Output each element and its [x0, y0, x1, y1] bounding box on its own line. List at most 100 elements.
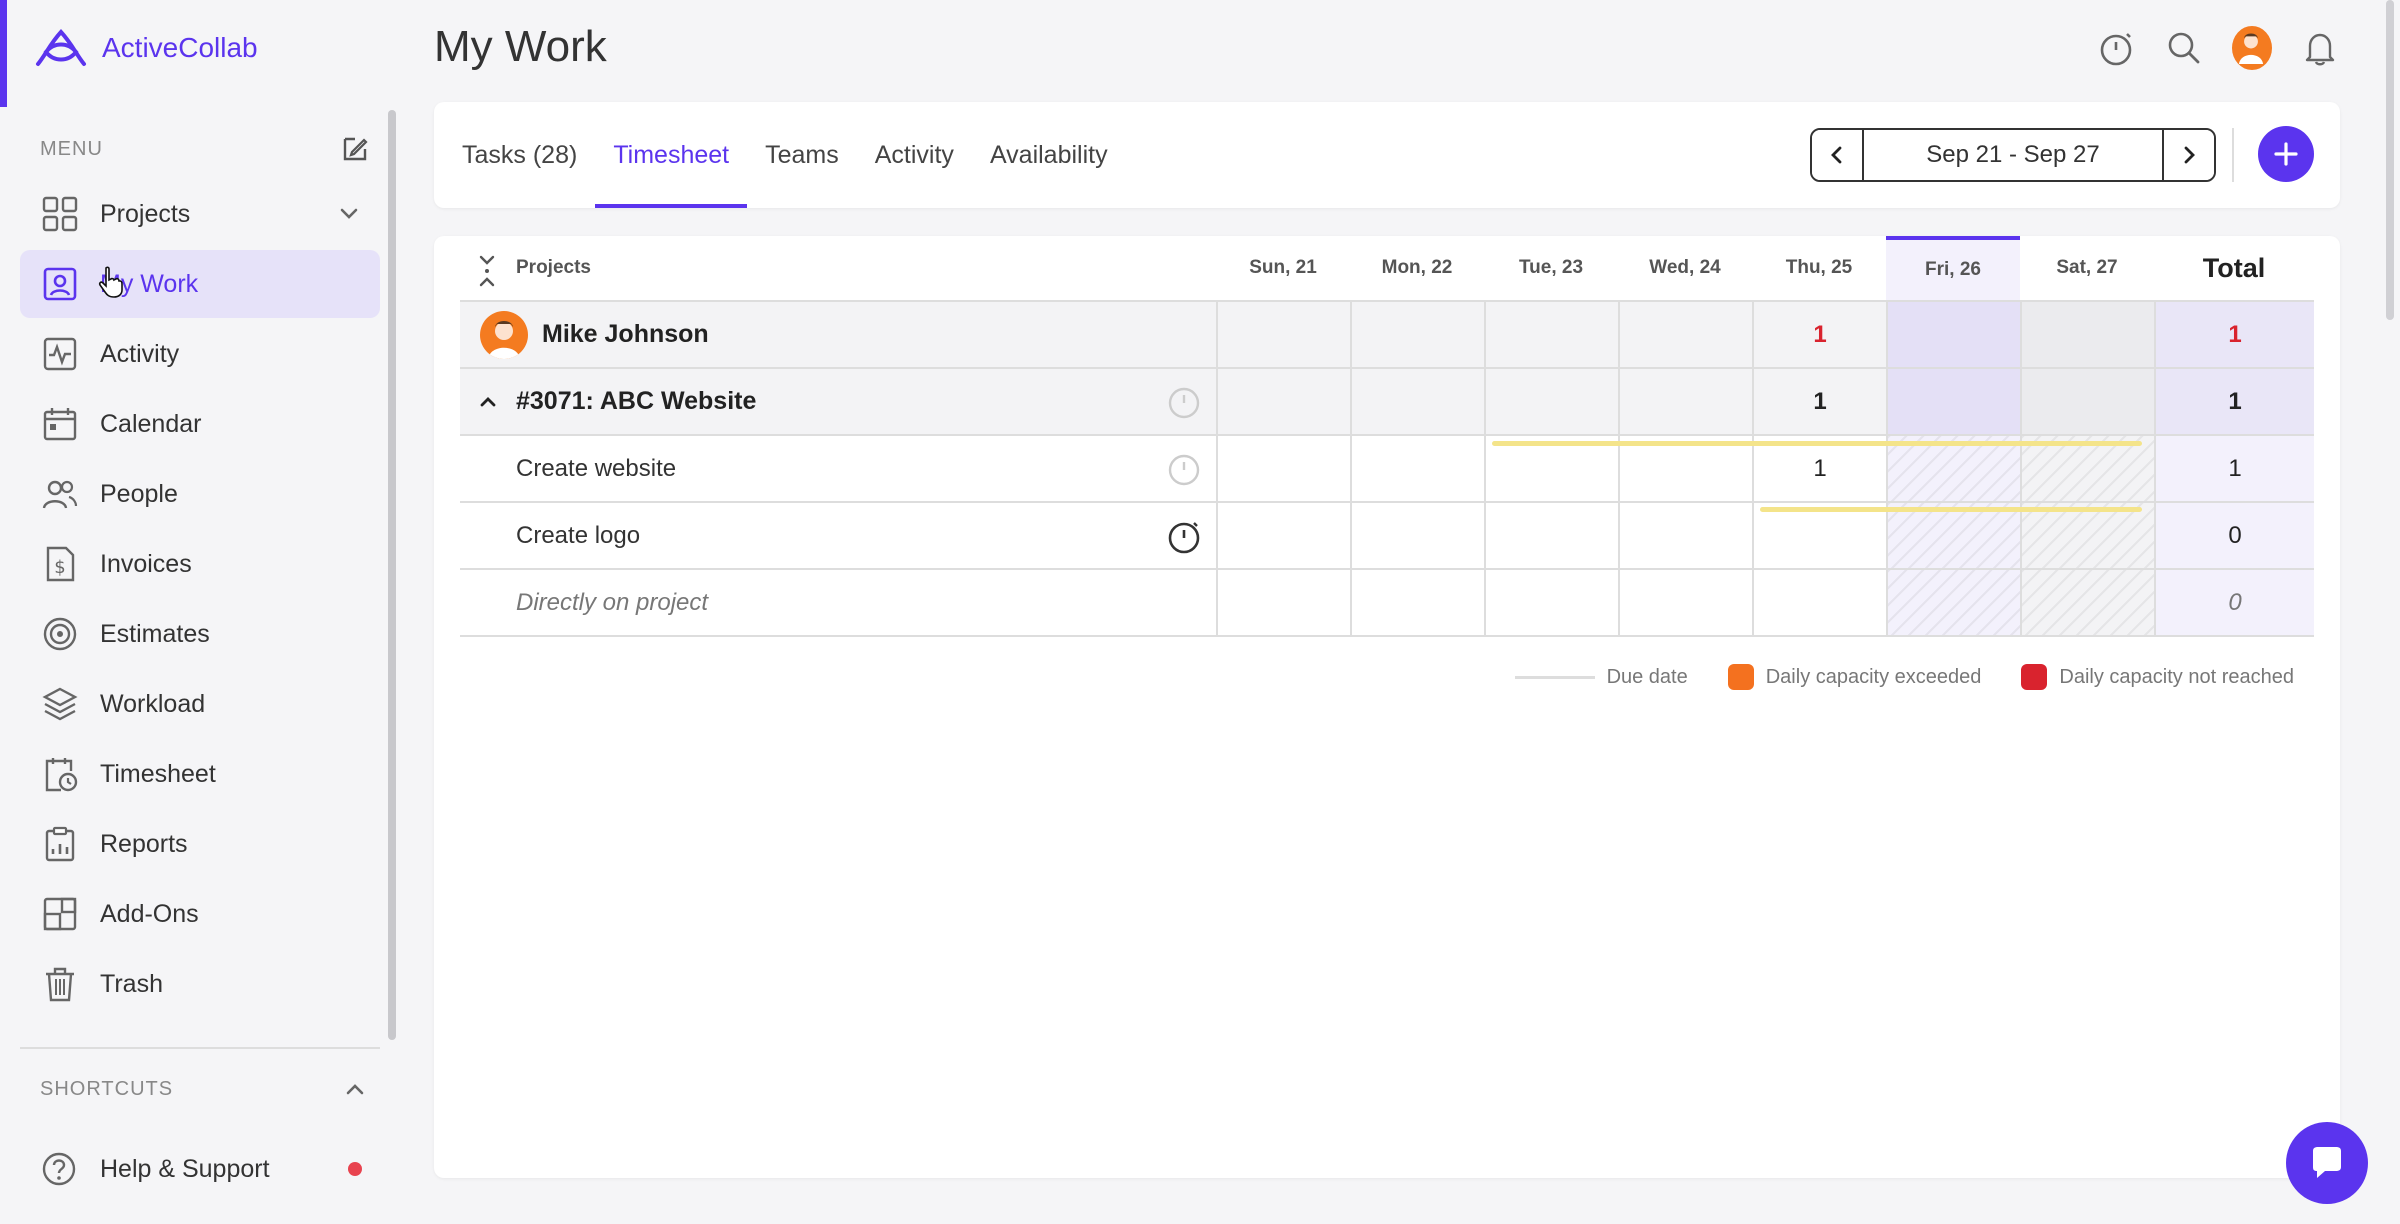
sidebar-item-trash[interactable]: Trash — [20, 950, 380, 1018]
time-cell[interactable] — [1216, 503, 1350, 568]
task-cell: Create website — [460, 436, 1216, 501]
notifications-button[interactable] — [2300, 24, 2340, 72]
time-cell[interactable] — [1618, 369, 1752, 434]
sidebar-item-invoices[interactable]: $ Invoices — [20, 530, 380, 598]
page-title: My Work — [434, 22, 607, 71]
legend-label: Daily capacity exceeded — [1765, 665, 1982, 688]
sidebar-item-estimates[interactable]: Estimates — [20, 600, 380, 668]
user-name: Mike Johnson — [542, 320, 709, 348]
time-cell[interactable] — [1886, 302, 2020, 367]
time-cell[interactable] — [1350, 570, 1484, 635]
sidebar-item-my-work[interactable]: My Work — [20, 250, 380, 318]
task-name[interactable]: Create logo — [460, 522, 640, 550]
bell-icon — [2305, 33, 2335, 66]
time-cell[interactable] — [1216, 570, 1350, 635]
grid-icon — [40, 194, 80, 234]
sidebar-divider — [20, 1047, 380, 1049]
sidebar-item-label: Trash — [100, 969, 163, 998]
sidebar-item-people[interactable]: People — [20, 460, 380, 528]
stopwatch-icon[interactable] — [1166, 452, 1202, 488]
hand-cursor-icon — [98, 266, 123, 298]
time-cell[interactable] — [1216, 436, 1350, 501]
time-cell[interactable] — [1216, 302, 1350, 367]
due-date-swatch — [1514, 675, 1595, 679]
next-week-button[interactable] — [2164, 130, 2214, 180]
time-cell[interactable] — [1886, 570, 2020, 635]
time-cell[interactable]: 1 — [1752, 369, 1886, 434]
timer-button[interactable] — [2096, 24, 2136, 72]
sidebar-item-activity[interactable]: Activity — [20, 320, 380, 388]
target-icon — [40, 614, 80, 654]
time-cell[interactable] — [2020, 503, 2154, 568]
plus-icon — [2274, 142, 2298, 166]
user-menu-button[interactable] — [2232, 24, 2272, 72]
time-cell[interactable] — [1618, 503, 1752, 568]
time-cell[interactable] — [1484, 570, 1618, 635]
tab-availability[interactable]: Availability — [972, 102, 1126, 208]
chevron-up-icon[interactable] — [476, 390, 500, 414]
time-cell[interactable] — [1618, 570, 1752, 635]
tab-teams[interactable]: Teams — [747, 102, 857, 208]
app-logo[interactable]: ActiveCollab — [32, 24, 258, 72]
time-cell[interactable] — [1350, 436, 1484, 501]
row-total: 1 — [2154, 302, 2314, 367]
task-row: Create logo 0 — [460, 503, 2314, 570]
tab-tasks[interactable]: Tasks (28) — [444, 102, 595, 208]
avatar — [480, 310, 528, 359]
time-cell[interactable] — [2020, 302, 2154, 367]
sidebar-item-label: People — [100, 479, 178, 508]
time-cell[interactable] — [1752, 570, 1886, 635]
chevron-up-icon[interactable] — [340, 1074, 370, 1104]
day-header: Mon, 22 — [1381, 257, 1453, 278]
people-icon — [40, 474, 80, 514]
sidebar-scrollbar[interactable] — [388, 110, 396, 1040]
previous-week-button[interactable] — [1812, 130, 1862, 180]
sidebar-item-label: Projects — [100, 199, 191, 228]
chat-button[interactable] — [2286, 1122, 2368, 1204]
sidebar-item-workload[interactable]: Workload — [20, 670, 380, 738]
edit-icon[interactable] — [340, 134, 370, 164]
date-range-navigator: Sep 21 - Sep 27 — [1810, 128, 2216, 182]
time-cell[interactable] — [1886, 503, 2020, 568]
help-support-link[interactable]: Help & Support — [40, 1150, 370, 1188]
time-cell[interactable] — [2020, 570, 2154, 635]
stopwatch-icon[interactable] — [1166, 385, 1202, 421]
time-cell[interactable] — [1484, 503, 1618, 568]
time-cell[interactable] — [1216, 369, 1350, 434]
add-time-button[interactable] — [2258, 126, 2314, 182]
help-icon — [42, 1152, 76, 1186]
stopwatch-icon[interactable] — [1166, 519, 1202, 555]
chevron-down-icon[interactable] — [334, 199, 364, 229]
page-scrollbar[interactable] — [2386, 0, 2394, 320]
time-cell[interactable] — [1484, 369, 1618, 434]
sidebar-item-timesheet[interactable]: Timesheet — [20, 740, 380, 808]
time-cell[interactable] — [1484, 302, 1618, 367]
date-range-label[interactable]: Sep 21 - Sep 27 — [1862, 130, 2164, 180]
time-cell[interactable] — [1618, 302, 1752, 367]
sidebar-item-reports[interactable]: Reports — [20, 810, 380, 878]
tab-activity[interactable]: Activity — [857, 102, 972, 208]
projects-column-header: Projects — [460, 236, 1216, 300]
row-total: 0 — [2154, 503, 2314, 568]
sidebar-item-add-ons[interactable]: Add-Ons — [20, 880, 380, 948]
sidebar-item-calendar[interactable]: Calendar — [20, 390, 380, 458]
legend-item-due-date: Due date — [1514, 666, 1688, 689]
time-cell[interactable]: 1 — [1752, 302, 1886, 367]
search-button[interactable] — [2164, 24, 2204, 72]
time-cell[interactable] — [1350, 369, 1484, 434]
chat-icon — [2313, 1147, 2341, 1178]
time-cell[interactable] — [1886, 369, 2020, 434]
trash-icon — [40, 964, 80, 1004]
time-cell[interactable] — [1350, 302, 1484, 367]
time-cell[interactable] — [2020, 369, 2154, 434]
time-cell[interactable] — [1350, 503, 1484, 568]
shortcuts-header[interactable]: SHORTCUTS — [40, 1074, 370, 1104]
collapse-all-icon[interactable] — [474, 254, 500, 288]
time-cell[interactable] — [1752, 503, 1886, 568]
project-name[interactable]: #3071: ABC Website — [516, 387, 756, 416]
sidebar-item-projects[interactable]: Projects — [20, 180, 380, 248]
task-name[interactable]: Create website — [460, 455, 676, 483]
chevron-left-icon — [1831, 146, 1842, 164]
tab-timesheet[interactable]: Timesheet — [595, 102, 747, 208]
due-date-line — [1760, 507, 2142, 512]
